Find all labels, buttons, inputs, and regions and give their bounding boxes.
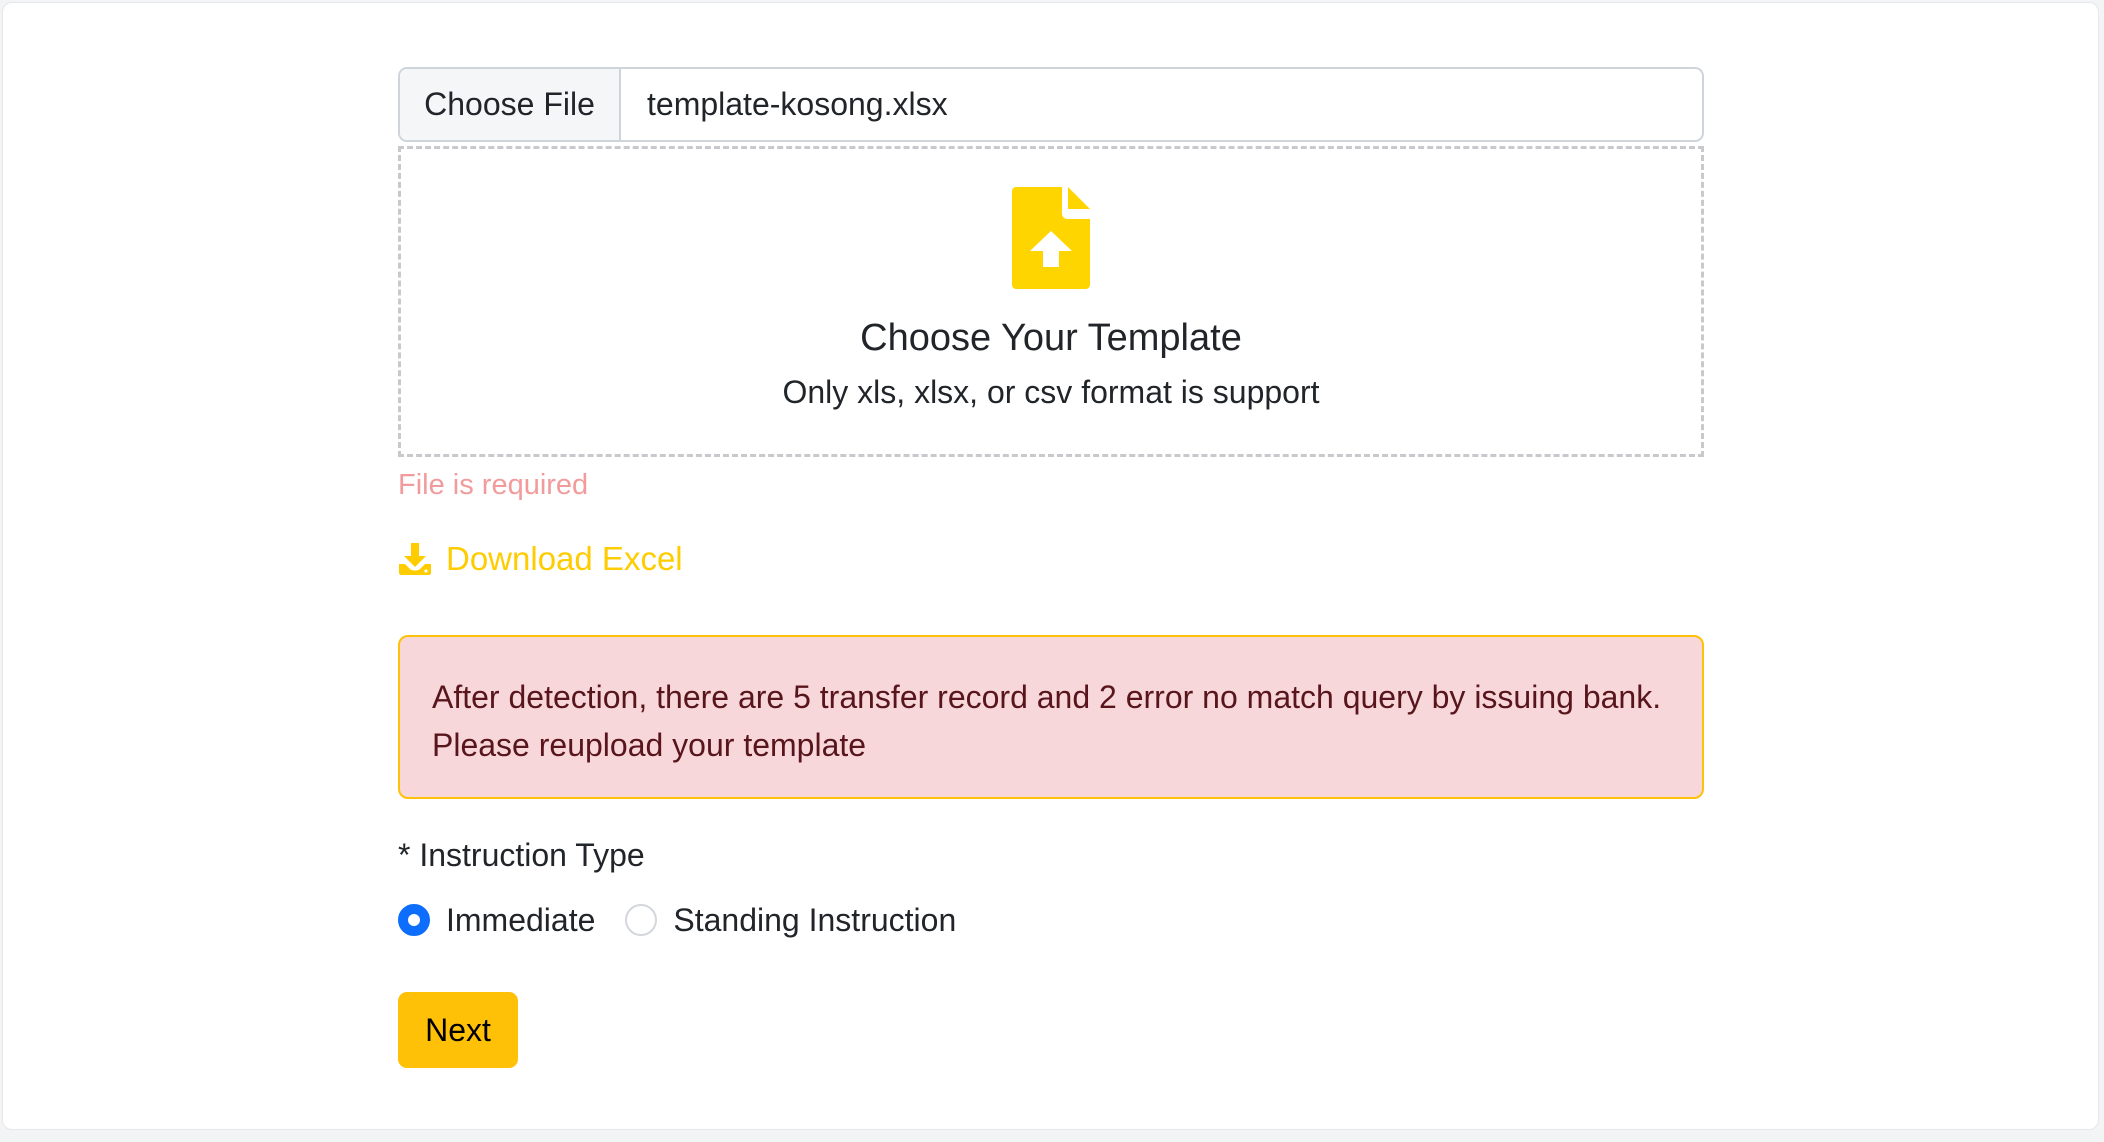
file-upload-icon	[1012, 187, 1090, 289]
form-card: Choose File template-kosong.xlsx Choose …	[2, 2, 2099, 1130]
upload-form: Choose File template-kosong.xlsx Choose …	[398, 67, 1704, 1068]
radio-label-standing-instruction: Standing Instruction	[673, 901, 957, 938]
file-error-message: File is required	[398, 469, 589, 501]
instruction-type-label: * Instruction Type	[398, 837, 645, 873]
instruction-type-radio-group: Immediate Standing Instruction	[398, 900, 1704, 940]
download-excel-label: Download Excel	[446, 540, 683, 577]
radio-standing-instruction[interactable]	[625, 904, 658, 936]
next-button[interactable]: Next	[398, 992, 518, 1068]
radio-option-standing-instruction[interactable]: Standing Instruction	[625, 902, 956, 939]
selected-file-name: template-kosong.xlsx	[647, 86, 948, 122]
radio-immediate[interactable]	[398, 904, 430, 936]
template-dropzone[interactable]: Choose Your Template Only xls, xlsx, or …	[398, 146, 1704, 457]
detection-error-alert: After detection, there are 5 transfer re…	[398, 635, 1704, 799]
radio-label-immediate: Immediate	[446, 901, 596, 938]
dropzone-title: Choose Your Template	[860, 317, 1242, 359]
download-icon	[399, 543, 431, 575]
dropzone-subtitle: Only xls, xlsx, or csv format is support	[782, 374, 1320, 410]
choose-file-button[interactable]: Choose File	[400, 69, 621, 140]
download-excel-link[interactable]: Download Excel	[398, 540, 683, 578]
radio-option-immediate[interactable]: Immediate	[398, 902, 595, 939]
file-input[interactable]: Choose File template-kosong.xlsx	[398, 67, 1704, 142]
